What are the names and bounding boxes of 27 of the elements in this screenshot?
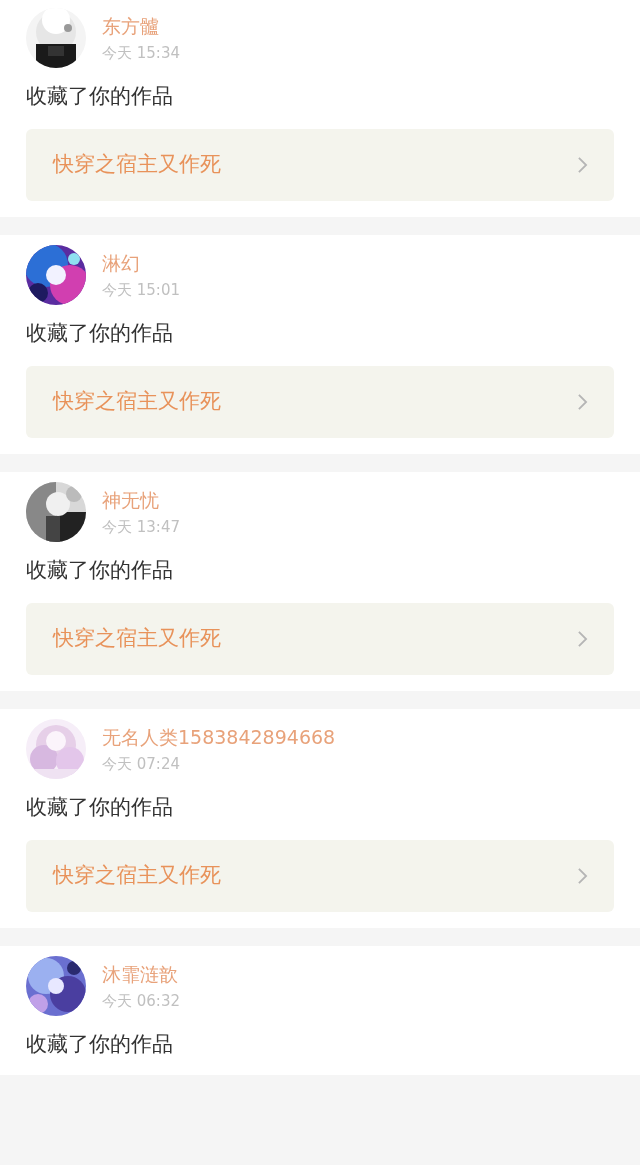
action-text: 收藏了你的作品 [26, 1031, 174, 1058]
username[interactable]: 东方髗 [102, 14, 180, 38]
work-title: 快穿之宿主又作死 [53, 151, 221, 179]
work-title: 快穿之宿主又作死 [53, 625, 221, 653]
username[interactable]: 神无忧 [102, 488, 180, 512]
username[interactable]: 无名人类1583842894668 [102, 725, 336, 749]
username[interactable]: 沐霏涟歆 [102, 962, 180, 986]
action-text: 收藏了你的作品 [26, 83, 174, 110]
action-text: 收藏了你的作品 [26, 794, 174, 821]
action-text: 收藏了你的作品 [26, 320, 174, 347]
chevron-right-icon [577, 867, 588, 885]
chevron-right-icon [577, 393, 588, 411]
username[interactable]: 淋幻 [102, 251, 180, 275]
timestamp: 今天 15:34 [102, 43, 180, 63]
timestamp: 今天 15:01 [102, 280, 180, 300]
action-text: 收藏了你的作品 [26, 557, 174, 584]
work-link[interactable]: 快穿之宿主又作死 [26, 840, 614, 912]
timestamp: 今天 07:24 [102, 754, 181, 774]
work-link[interactable]: 快穿之宿主又作死 [26, 603, 614, 675]
work-title: 快穿之宿主又作死 [53, 862, 221, 890]
timestamp: 今天 13:47 [102, 517, 180, 537]
work-link[interactable]: 快穿之宿主又作死 [26, 366, 614, 438]
chevron-right-icon [577, 630, 588, 648]
work-title: 快穿之宿主又作死 [53, 388, 221, 416]
chevron-right-icon [577, 156, 588, 174]
work-link[interactable]: 快穿之宿主又作死 [26, 129, 614, 201]
timestamp: 今天 06:32 [102, 991, 180, 1011]
